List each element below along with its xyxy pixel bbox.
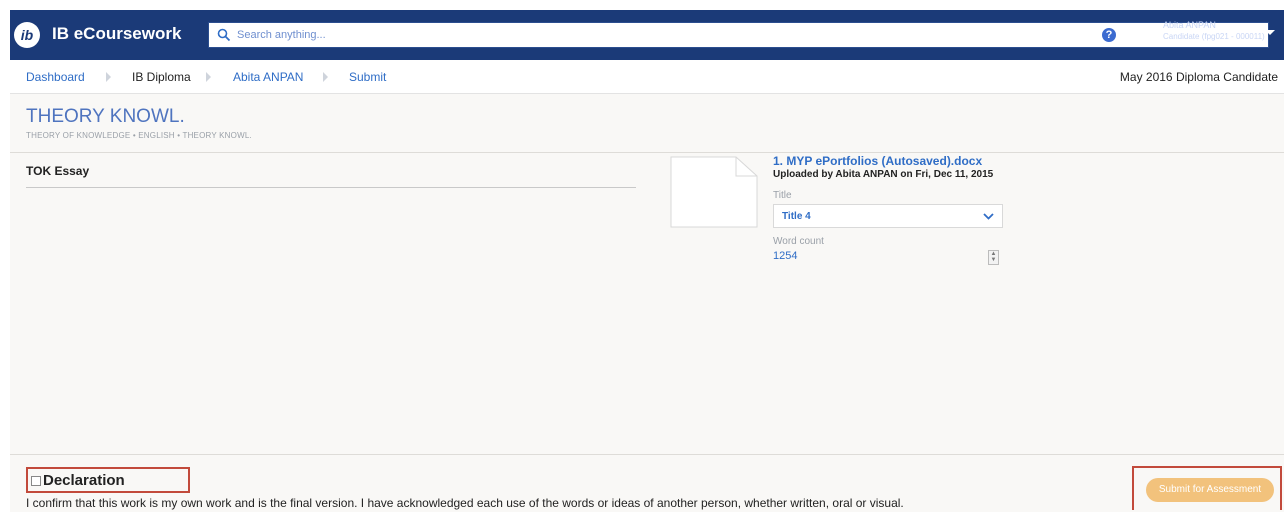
breadcrumb: Dashboard IB Diploma Abita ANPAN Submit …	[10, 60, 1284, 94]
breadcrumb-candidate[interactable]: Abita ANPAN	[233, 70, 303, 84]
submit-highlight: Submit for Assessment	[1132, 466, 1282, 510]
file-upload-info: Uploaded by Abita ANPAN on Fri, Dec 11, …	[773, 169, 994, 180]
breadcrumb-ib-diploma: IB Diploma	[132, 70, 191, 84]
breadcrumb-separator-icon	[106, 72, 111, 82]
file-name-link[interactable]: 1. MYP ePortfolios (Autosaved).docx	[773, 154, 982, 168]
word-count-value[interactable]: 1254	[773, 250, 797, 262]
candidate-session-label: May 2016 Diploma Candidate	[1119, 70, 1278, 84]
title-label: Title	[773, 190, 792, 201]
breadcrumb-dashboard[interactable]: Dashboard	[26, 70, 85, 84]
declaration-label[interactable]: Declaration	[43, 472, 125, 489]
user-name: Abita ANPAN	[1163, 20, 1216, 30]
help-icon[interactable]: ?	[1100, 26, 1118, 44]
divider	[10, 454, 1284, 455]
divider	[26, 187, 636, 188]
declaration-text: I confirm that this work is my own work …	[26, 496, 904, 510]
chevron-down-icon[interactable]	[1265, 30, 1275, 35]
word-count-label: Word count	[773, 236, 824, 247]
declaration-box: Declaration	[26, 467, 190, 493]
breadcrumb-separator-icon	[206, 72, 211, 82]
title-select-value: Title 4	[782, 211, 811, 222]
user-candidate-id: Candidate (fpg021 - 000011)	[1163, 32, 1265, 41]
chevron-down-icon	[983, 213, 994, 220]
main-content: THEORY KNOWL. THEORY OF KNOWLEDGE • ENGL…	[10, 94, 1284, 512]
ib-logo-icon[interactable]: ib	[14, 22, 40, 48]
document-thumbnail-icon[interactable]	[670, 156, 758, 228]
breadcrumb-submit[interactable]: Submit	[349, 70, 386, 84]
user-menu[interactable]: Abita ANPAN Candidate (fpg021 - 000011)	[1155, 20, 1279, 52]
page-title: THEORY KNOWL.	[26, 106, 185, 127]
stepper-down-icon[interactable]: ▼	[989, 257, 998, 263]
app-name[interactable]: IB eCoursework	[52, 24, 181, 44]
top-strip	[0, 0, 1284, 10]
declaration-checkbox[interactable]	[31, 476, 41, 486]
breadcrumb-separator-icon	[323, 72, 328, 82]
page-subtitle: THEORY OF KNOWLEDGE • ENGLISH • THEORY K…	[26, 131, 252, 140]
search-icon	[217, 28, 231, 42]
section-title: TOK Essay	[26, 164, 90, 178]
top-navbar: ib IB eCoursework ? Abita ANPAN Candidat…	[10, 10, 1284, 60]
title-select[interactable]: Title 4	[773, 204, 1003, 228]
submit-for-assessment-button[interactable]: Submit for Assessment	[1146, 478, 1274, 502]
word-count-stepper[interactable]: ▲ ▼	[988, 250, 999, 265]
divider	[10, 152, 1284, 153]
